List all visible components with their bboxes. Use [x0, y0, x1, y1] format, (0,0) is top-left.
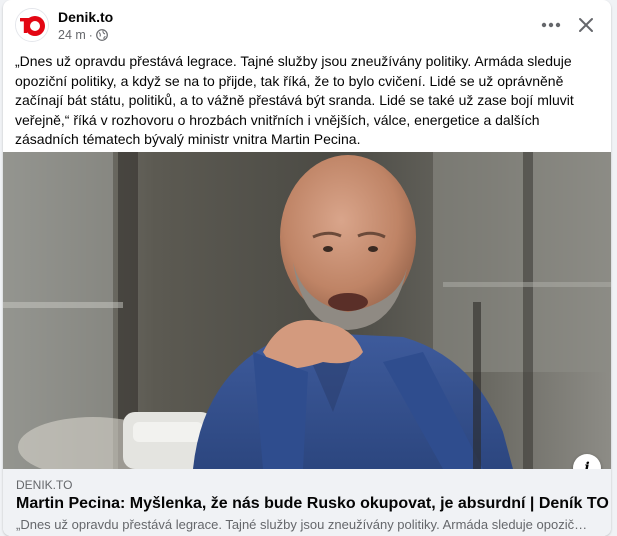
globe-icon: [95, 29, 108, 41]
close-button[interactable]: [568, 10, 604, 40]
post-card: Denik.to 24 m · „Dnes už opravdu přestáv…: [3, 0, 611, 536]
more-options-button[interactable]: [533, 10, 569, 40]
link-domain: DENIK.TO: [16, 478, 73, 492]
article-photo[interactable]: [3, 152, 611, 469]
post-header: Denik.to 24 m ·: [3, 0, 611, 50]
post-body-text: „Dnes už opravdu přestává legrace. Tajné…: [15, 53, 574, 148]
page-name-link[interactable]: Denik.to: [58, 9, 113, 25]
link-title[interactable]: Martin Pecina: Myšlenka, že nás bude Rus…: [16, 495, 609, 513]
more-horizontal-icon: [541, 22, 561, 28]
post-meta: 24 m ·: [58, 28, 108, 42]
photo-image: [3, 152, 611, 469]
denik-to-logo-icon: [16, 9, 48, 41]
link-description: „Dnes už opravdu přestává legrace. Tajné…: [16, 517, 591, 532]
link-preview[interactable]: DENIK.TO Martin Pecina: Myšlenka, že nás…: [3, 469, 611, 536]
meta-separator: ·: [88, 28, 93, 42]
close-icon: [579, 18, 593, 32]
post-timestamp[interactable]: 24 m: [58, 28, 86, 42]
page-avatar[interactable]: [15, 8, 49, 42]
